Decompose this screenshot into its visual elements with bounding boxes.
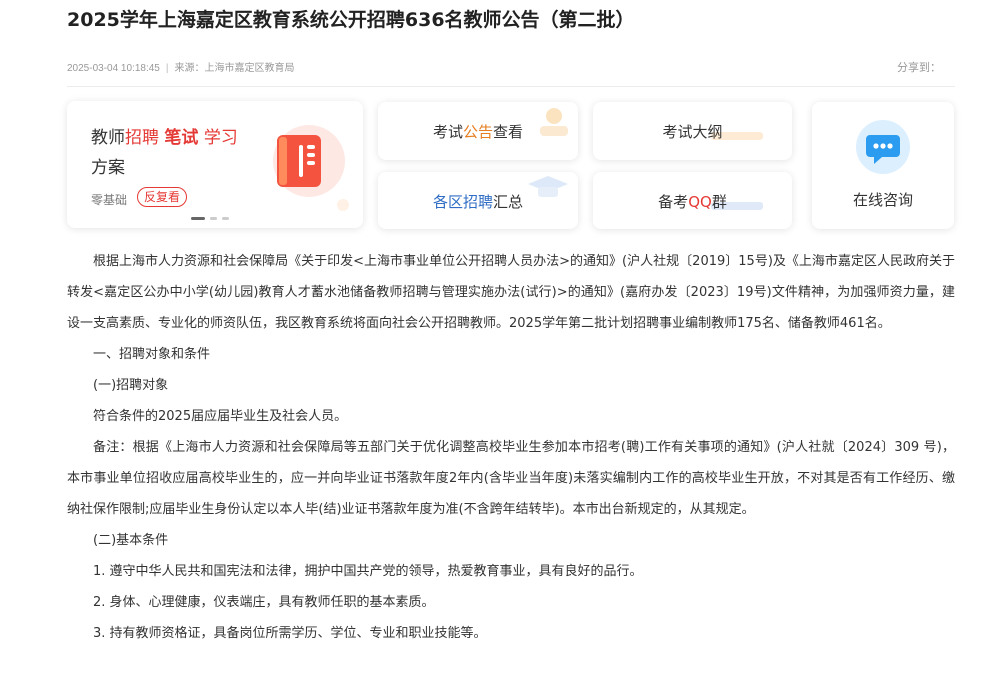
condition-item-1: 1. 遵守中华人民共和国宪法和法律，拥护中国共产党的领导，热爱教育事业，具有良好… (93, 564, 643, 579)
article-meta: 2025-03-04 10:18:45 | 来源：上海市嘉定区教育局 (67, 59, 294, 74)
tile-outline-label: 考试大纲 (662, 123, 723, 141)
paragraph-intro: 根据上海市人力资源和社会保障局《关于印发<上海市事业单位公开招聘人员办法>的通知… (67, 254, 955, 331)
subsection-heading-target: (一)招聘对象 (93, 378, 169, 393)
condition-item-3: 3. 持有教师资格证，具备岗位所需学历、学位、专业和职业技能等。 (93, 626, 487, 641)
banner-tag-basic: 零基础 (91, 193, 128, 207)
article-page: 2025学年上海嘉定区教育系统公开招聘636名教师公告（第二批） 2025-03… (0, 0, 990, 697)
tile-district-recruitment[interactable]: 各区招聘汇总 (378, 172, 578, 229)
tile-exam-label: 考试公告查看 (378, 121, 578, 142)
banner-text-4: 学习 (203, 128, 238, 148)
carousel-dot-3[interactable] (222, 217, 229, 220)
condition-item-2: 2. 身体、心理健康，仪表端庄，具有教师任职的基本素质。 (93, 595, 435, 610)
tile-qq-label: 备考QQ群 (593, 191, 792, 212)
tile-consult-label: 在线咨询 (852, 191, 913, 209)
article-body: 根据上海市人力资源和社会保障局《关于印发<上海市事业单位公开招聘人员办法>的通知… (67, 246, 955, 649)
carousel-dot-2[interactable] (210, 217, 217, 220)
chat-bubble-icon (856, 120, 910, 174)
tile-qq-text-1: 备考 (658, 193, 689, 211)
tile-qq-text-3: 群 (711, 193, 727, 211)
banner-tag-repeat: 反复看 (137, 187, 188, 207)
banner-subline: 方案 (91, 158, 125, 178)
subsection-heading-basic: (二)基本条件 (93, 533, 169, 548)
tile-exam-text-2: 公告 (462, 123, 493, 141)
page-title: 2025学年上海嘉定区教育系统公开招聘636名教师公告（第二批） (67, 9, 635, 31)
paragraph-target: 符合条件的2025届应届毕业生及社会人员。 (93, 409, 348, 424)
article-source: 来源：上海市嘉定区教育局 (174, 63, 295, 74)
tile-district-label: 各区招聘汇总 (378, 191, 578, 212)
carousel-indicator[interactable] (191, 217, 234, 228)
book-icon (273, 125, 349, 211)
section-heading-1: 一、招聘对象和条件 (93, 347, 211, 362)
tile-qq-text-2: QQ (688, 193, 712, 211)
meta-separator: | (165, 63, 169, 74)
banner-text-3: 笔试 (164, 128, 199, 148)
tile-exam-text-3: 查看 (493, 123, 524, 141)
publish-datetime: 2025-03-04 10:18:45 (67, 63, 160, 74)
banner-headline: 教师招聘 笔试 学习 (91, 123, 238, 148)
header-divider (67, 86, 955, 87)
share-label[interactable]: 分享到： (897, 59, 941, 75)
tile-district-text-2: 汇总 (493, 193, 524, 211)
banner-text-2: 招聘 (125, 128, 159, 148)
paragraph-note: 备注：根据《上海市人力资源和社会保障局等五部门关于优化调整高校毕业生参加本市招考… (67, 440, 955, 517)
carousel-dot-1[interactable] (191, 217, 205, 220)
tile-qq-group[interactable]: 备考QQ群 (593, 172, 792, 229)
tile-online-consult[interactable]: 在线咨询 (812, 102, 954, 229)
tile-exam-text-1: 考试 (432, 123, 463, 141)
banner-text-1: 教师 (91, 128, 125, 148)
tile-exam-announcement[interactable]: 考试公告查看 (378, 102, 578, 160)
tile-exam-outline[interactable]: 考试大纲 (593, 102, 792, 160)
study-plan-banner[interactable]: 教师招聘 笔试 学习 方案 零基础 反复看 (67, 101, 363, 228)
tile-district-text-1: 各区招聘 (432, 193, 493, 211)
